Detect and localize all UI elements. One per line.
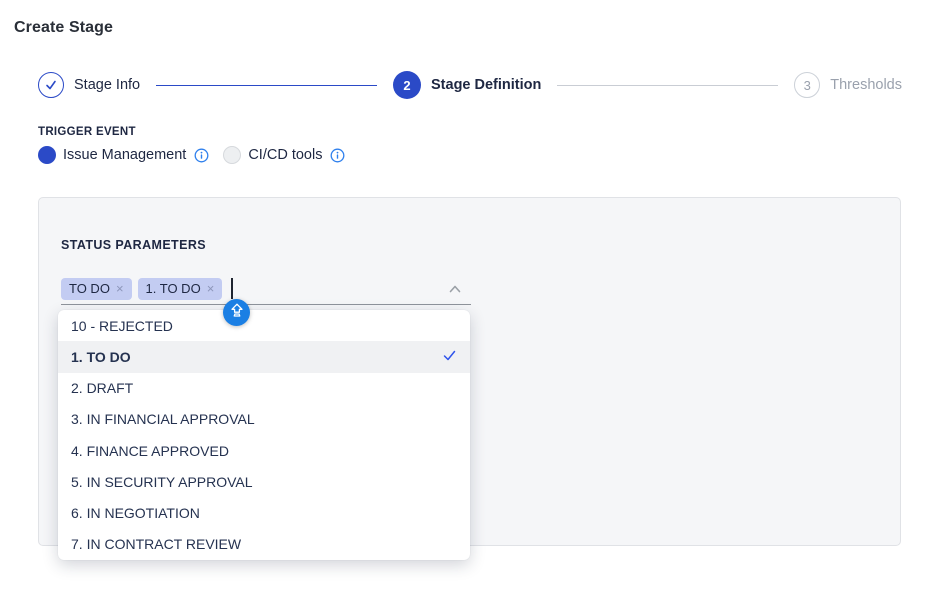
option-label: 7. IN CONTRACT REVIEW	[71, 536, 241, 552]
dropdown-option[interactable]: 3. IN FINANCIAL APPROVAL	[58, 404, 470, 435]
radio-issue-management[interactable]: Issue Management	[38, 146, 209, 164]
stepper-connector	[557, 85, 778, 86]
option-label: 5. IN SECURITY APPROVAL	[71, 474, 253, 490]
dropdown-option[interactable]: 2. DRAFT	[58, 373, 470, 404]
info-icon[interactable]	[330, 148, 345, 163]
step-stage-definition[interactable]: 2 Stage Definition	[393, 71, 541, 99]
page-title: Create Stage	[14, 19, 113, 37]
trigger-event-options: Issue Management CI/CD tools	[38, 146, 345, 164]
radio-cicd-tools[interactable]: CI/CD tools	[223, 146, 345, 164]
remove-tag-icon[interactable]: ×	[207, 282, 215, 295]
dropdown-option[interactable]: 7. IN CONTRACT REVIEW	[58, 529, 470, 560]
step-stage-info[interactable]: Stage Info	[38, 72, 140, 98]
info-icon[interactable]	[194, 148, 209, 163]
radio-unselected-icon[interactable]	[223, 146, 241, 164]
status-parameters-label: STATUS PARAMETERS	[61, 238, 206, 252]
trigger-event-label: TRIGGER EVENT	[38, 126, 136, 138]
chevron-up-icon[interactable]	[447, 281, 463, 302]
step-complete-check-icon	[38, 72, 64, 98]
remove-tag-icon[interactable]: ×	[116, 282, 124, 295]
dropdown-option-selected[interactable]: 1. TO DO	[58, 341, 470, 372]
option-label: 6. IN NEGOTIATION	[71, 505, 200, 521]
step-number-badge: 3	[794, 72, 820, 98]
wizard-stepper: Stage Info 2 Stage Definition 3 Threshol…	[38, 70, 902, 100]
dropdown-option[interactable]: 6. IN NEGOTIATION	[58, 498, 470, 529]
option-label: 4. FINANCE APPROVED	[71, 443, 229, 459]
dropdown-option[interactable]: 4. FINANCE APPROVED	[58, 435, 470, 466]
check-icon	[442, 348, 457, 366]
option-label: 10 - REJECTED	[71, 318, 173, 334]
step-thresholds[interactable]: 3 Thresholds	[794, 72, 902, 98]
tag-label: 1. TO DO	[146, 281, 201, 296]
text-cursor	[231, 278, 233, 299]
option-label: 2. DRAFT	[71, 380, 133, 396]
dropdown-option[interactable]: 10 - REJECTED	[58, 310, 470, 341]
radio-selected-icon[interactable]	[38, 146, 56, 164]
selected-tag[interactable]: TO DO ×	[61, 278, 132, 300]
step-label: Thresholds	[830, 77, 902, 93]
step-label: Stage Definition	[431, 77, 541, 93]
status-dropdown: 10 - REJECTED 1. TO DO 2. DRAFT 3. IN FI…	[58, 310, 470, 560]
radio-label: CI/CD tools	[248, 147, 322, 163]
radio-label: Issue Management	[63, 147, 186, 163]
pointer-badge	[223, 299, 250, 326]
selected-tag[interactable]: 1. TO DO ×	[138, 278, 223, 300]
option-label: 3. IN FINANCIAL APPROVAL	[71, 411, 255, 427]
status-parameters-multiselect[interactable]: TO DO × 1. TO DO ×	[61, 273, 471, 305]
step-number-badge: 2	[393, 71, 421, 99]
tag-label: TO DO	[69, 281, 110, 296]
stepper-connector	[156, 85, 377, 86]
dropdown-option[interactable]: 5. IN SECURITY APPROVAL	[58, 466, 470, 497]
option-label: 1. TO DO	[71, 349, 131, 365]
arrow-up-icon	[229, 302, 245, 323]
step-label: Stage Info	[74, 77, 140, 93]
